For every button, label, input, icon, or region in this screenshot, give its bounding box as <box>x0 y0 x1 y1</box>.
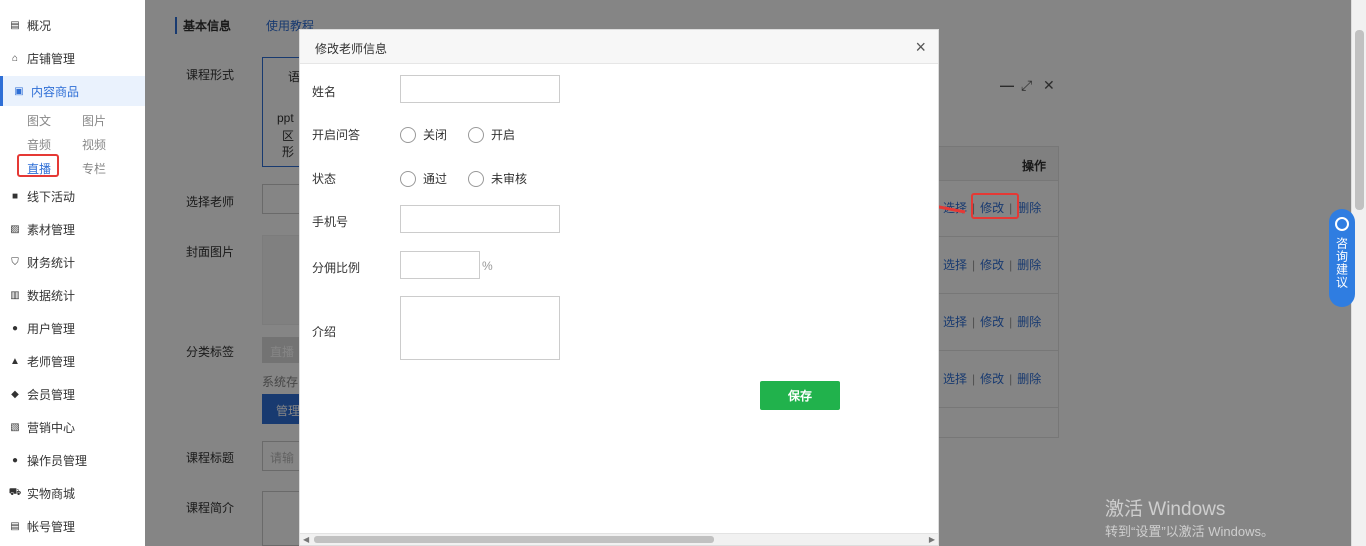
shield-icon: ⛉ <box>11 256 19 268</box>
sidebar-item-content[interactable]: ▣ 内容商品 <box>0 76 145 106</box>
feedback-icon <box>1335 217 1349 231</box>
save-button[interactable]: 保存 <box>760 381 840 410</box>
consult-button[interactable]: 咨询建议 <box>1329 209 1355 307</box>
operator-icon: ● <box>11 454 19 466</box>
scroll-right-icon[interactable]: ▶ <box>929 535 935 544</box>
sidebar-item-members[interactable]: ◆ 会员管理 <box>0 379 145 409</box>
sub-item-image[interactable]: 图片 <box>82 112 106 129</box>
radio-icon <box>468 170 484 187</box>
intro-textarea[interactable] <box>400 296 560 360</box>
phone-input[interactable] <box>400 205 560 233</box>
image-icon: ▨ <box>10 223 20 235</box>
sidebar-item-mall[interactable]: ⛟ 实物商城 <box>0 478 145 508</box>
sidebar-item-operators[interactable]: ● 操作员管理 <box>0 445 145 475</box>
bag-icon: ▣ <box>14 85 24 97</box>
store-icon: ⌂ <box>11 52 19 64</box>
flag-icon: ■ <box>11 190 19 202</box>
commission-label: 分佣比例 <box>312 261 361 275</box>
status-label: 状态 <box>312 172 337 186</box>
name-input[interactable] <box>400 75 560 103</box>
windows-activation-title: 激活 Windows <box>1105 499 1226 520</box>
modal-title: 修改老师信息 <box>315 42 388 56</box>
sidebar-item-material[interactable]: ▨ 素材管理 <box>0 214 145 244</box>
dashboard-icon: ▤ <box>10 19 20 31</box>
highlight-live-box <box>17 154 59 177</box>
phone-label: 手机号 <box>312 215 349 229</box>
id-card-icon: ▤ <box>10 520 20 532</box>
sub-item-article[interactable]: 图文 <box>27 112 51 129</box>
radio-icon <box>400 126 416 143</box>
sub-item-column[interactable]: 专栏 <box>82 160 106 177</box>
radio-icon <box>468 126 484 143</box>
sub-item-video[interactable]: 视频 <box>82 136 106 153</box>
consult-label: 咨询建议 <box>1334 237 1349 289</box>
status-radio-pending[interactable]: 未审核 <box>468 170 527 187</box>
cart-icon: ⛟ <box>8 486 22 498</box>
sub-item-audio[interactable]: 音频 <box>27 136 51 153</box>
sidebar-item-finance[interactable]: ⛉ 财务统计 <box>0 247 145 277</box>
bar-chart-icon: ▥ <box>10 289 20 301</box>
radio-icon <box>400 170 416 187</box>
sidebar-item-teachers[interactable]: ▲ 老师管理 <box>0 346 145 376</box>
sidebar-item-marketing[interactable]: ▧ 营销中心 <box>0 412 145 442</box>
edit-teacher-modal: 修改老师信息 × 姓名 开启问答 关闭 开启 状态 通过 未审核 手机号 分佣比… <box>299 29 939 546</box>
highlight-edit-box <box>971 193 1019 219</box>
windows-activation-hint: 转到“设置”以激活 Windows。 <box>1105 524 1275 539</box>
percent-unit: % <box>482 259 493 273</box>
sidebar: ▤ 概况 ⌂ 店铺管理 ▣ 内容商品 图文 图片 音频 视频 直播 专栏 ■ 线下活动 … <box>0 0 145 546</box>
sidebar-item-overview[interactable]: ▤ 概况 <box>0 10 145 40</box>
name-label: 姓名 <box>312 85 337 99</box>
sidebar-item-account[interactable]: ▤ 帐号管理 <box>0 511 145 541</box>
graduation-cap-icon: ▲ <box>10 355 20 367</box>
sidebar-item-offline[interactable]: ■ 线下活动 <box>0 181 145 211</box>
qa-label: 开启问答 <box>312 128 361 142</box>
user-icon: ● <box>11 322 19 334</box>
modal-header: 修改老师信息 × <box>300 30 938 64</box>
qa-radio-off[interactable]: 关闭 <box>400 126 447 143</box>
sidebar-item-data[interactable]: ▥ 数据统计 <box>0 280 145 310</box>
modal-horizontal-scrollbar[interactable]: ◀ ▶ <box>300 533 938 545</box>
status-radio-approved[interactable]: 通过 <box>400 170 447 187</box>
qa-radio-on[interactable]: 开启 <box>468 126 515 143</box>
diamond-icon: ◆ <box>11 388 19 400</box>
close-icon[interactable]: × <box>915 37 926 58</box>
commission-input[interactable] <box>400 251 480 279</box>
scroll-left-icon[interactable]: ◀ <box>303 535 309 544</box>
trend-icon: ▧ <box>10 421 20 433</box>
sidebar-item-users[interactable]: ● 用户管理 <box>0 313 145 343</box>
sidebar-item-store[interactable]: ⌂ 店铺管理 <box>0 43 145 73</box>
intro-label: 介绍 <box>312 325 337 339</box>
